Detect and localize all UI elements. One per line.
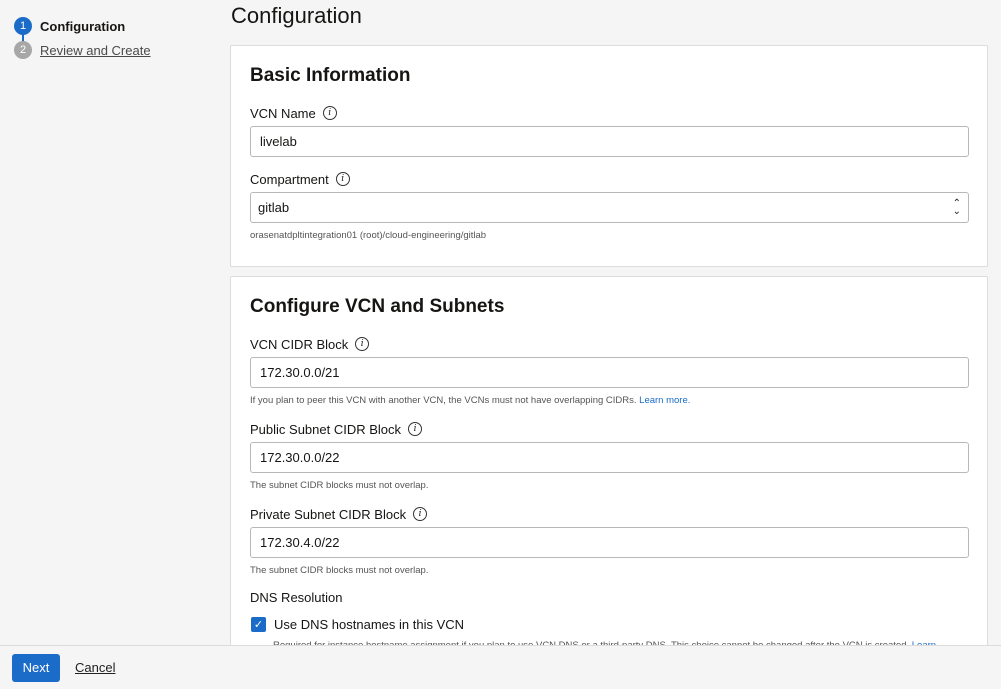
vcn-name-input[interactable] bbox=[250, 126, 969, 157]
step-configuration: 1 Configuration bbox=[14, 14, 151, 43]
info-icon[interactable]: i bbox=[408, 422, 423, 436]
info-icon[interactable]: i bbox=[355, 337, 370, 351]
dns-hostnames-option[interactable]: ✓ Use DNS hostnames in this VCN bbox=[250, 617, 968, 632]
page-title: Configuration bbox=[231, 3, 362, 28]
learn-more-link[interactable]: Learn more. bbox=[639, 395, 690, 406]
dns-hostnames-checkbox[interactable]: ✓ bbox=[251, 617, 266, 632]
configure-vcn-title: Configure VCN and Subnets bbox=[250, 296, 505, 317]
chevron-up-down-icon: ⌃ ⌄ bbox=[952, 197, 961, 217]
footer-bar: Next Cancel bbox=[0, 645, 1001, 689]
step-number-2: 2 bbox=[14, 41, 32, 59]
vcn-cidr-help: If you plan to peer this VCN with anothe… bbox=[250, 395, 968, 407]
compartment-select-value: gitlab bbox=[258, 200, 290, 215]
vcn-cidr-label-text: VCN CIDR Block bbox=[250, 336, 349, 352]
private-subnet-label: Private Subnet CIDR Block i bbox=[250, 506, 968, 522]
vcn-cidr-help-text: If you plan to peer this VCN with anothe… bbox=[250, 395, 637, 406]
private-subnet-help: The subnet CIDR blocks must not overlap. bbox=[250, 565, 429, 576]
vcn-cidr-input[interactable] bbox=[250, 357, 969, 388]
vcn-cidr-label: VCN CIDR Block i bbox=[250, 336, 968, 352]
basic-information-title: Basic Information bbox=[250, 65, 411, 86]
dns-resolution-heading: DNS Resolution bbox=[250, 590, 343, 605]
next-button[interactable]: Next bbox=[12, 653, 60, 682]
info-icon[interactable]: i bbox=[413, 507, 428, 521]
step-review-and-create[interactable]: 2 Review and Create bbox=[14, 38, 151, 62]
step-navigator: 1 Configuration 2 Review and Create bbox=[14, 14, 151, 62]
compartment-path: orasenatdpltintegration01 (root)/cloud-e… bbox=[250, 230, 487, 241]
public-subnet-help: The subnet CIDR blocks must not overlap. bbox=[250, 480, 429, 491]
public-subnet-label-text: Public Subnet CIDR Block bbox=[250, 421, 402, 437]
basic-information-panel: Basic Information VCN Name i Compartment… bbox=[230, 45, 988, 267]
vcn-name-label: VCN Name i bbox=[250, 105, 968, 121]
private-subnet-label-text: Private Subnet CIDR Block bbox=[250, 506, 407, 522]
dns-hostnames-label[interactable]: Use DNS hostnames in this VCN bbox=[274, 617, 464, 632]
step-number-1: 1 bbox=[14, 17, 32, 35]
compartment-label: Compartment i bbox=[250, 171, 968, 187]
step-link-review-and-create[interactable]: Review and Create bbox=[40, 43, 151, 58]
public-subnet-input[interactable] bbox=[250, 442, 969, 473]
compartment-label-text: Compartment bbox=[250, 171, 329, 187]
step-label-configuration: Configuration bbox=[40, 18, 126, 34]
info-icon[interactable]: i bbox=[322, 106, 337, 120]
private-subnet-input[interactable] bbox=[250, 527, 969, 558]
compartment-select[interactable]: gitlab ⌃ ⌄ bbox=[250, 192, 969, 223]
public-subnet-label: Public Subnet CIDR Block i bbox=[250, 421, 968, 437]
check-icon: ✓ bbox=[253, 619, 264, 631]
configure-vcn-panel: Configure VCN and Subnets VCN CIDR Block… bbox=[230, 276, 988, 656]
vcn-name-label-text: VCN Name bbox=[250, 105, 316, 121]
info-icon[interactable]: i bbox=[335, 172, 350, 186]
cancel-link[interactable]: Cancel bbox=[75, 660, 115, 675]
